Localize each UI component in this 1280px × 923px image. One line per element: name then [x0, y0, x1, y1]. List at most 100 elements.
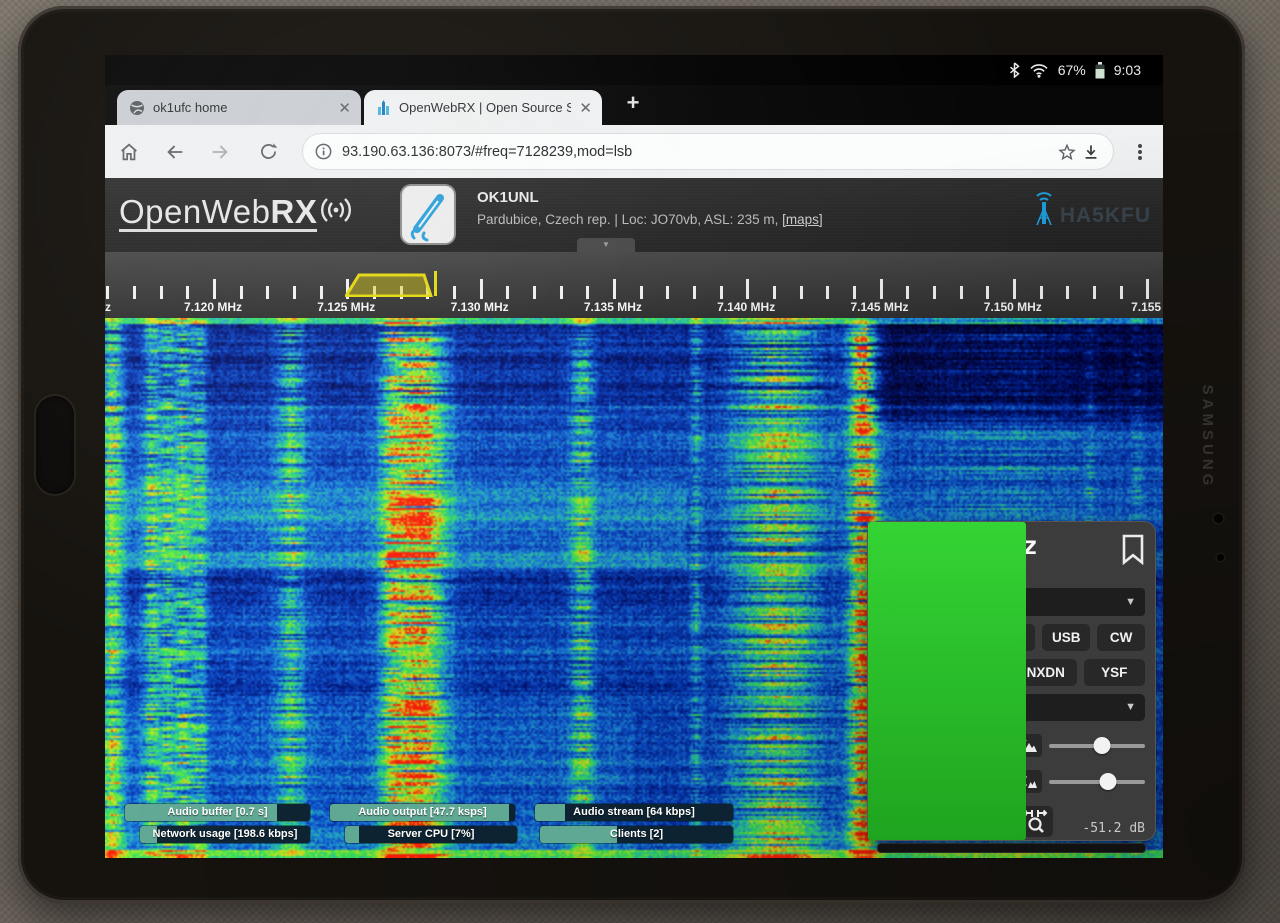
scale-label: 7.140 MHz [717, 300, 775, 314]
mode-button-cw[interactable]: CW [1097, 624, 1145, 651]
bar-label: Audio stream [64 kbps] [535, 804, 733, 821]
browser-menu-button[interactable] [1128, 140, 1152, 164]
bar-label: Audio buffer [0.7 s] [125, 804, 310, 821]
status-bar-clients: Clients [2] [540, 826, 733, 843]
tuning-carrier-line[interactable] [434, 271, 437, 296]
device-brand: SAMSUNG [1194, 355, 1216, 519]
scale-tick [106, 286, 109, 299]
kebab-menu-icon [1131, 142, 1149, 162]
light-sensor-dot [1217, 554, 1224, 561]
browser-tab-inactive[interactable]: ok1ufc home ✕ [117, 90, 361, 125]
scale-tick [453, 286, 456, 299]
status-bar-audio-stream: Audio stream [64 kbps] [535, 804, 733, 821]
scale-tick [853, 286, 856, 299]
antenna-waves-icon [319, 192, 353, 228]
scale-tick [960, 286, 963, 299]
chevron-down-icon: ▼ [1125, 596, 1136, 608]
tab-title: ok1ufc home [153, 100, 330, 115]
scale-tick [1040, 286, 1043, 299]
waterfall-min-slider[interactable] [1049, 770, 1145, 793]
waterfall-max-slider[interactable] [1049, 734, 1145, 757]
tab-close-icon[interactable]: ✕ [571, 99, 592, 117]
scale-tick [480, 279, 483, 299]
scale-tick [826, 286, 829, 299]
bluetooth-icon [1009, 62, 1020, 78]
home-button[interactable] [117, 140, 141, 164]
bookmark-icon [1121, 534, 1145, 565]
tab-title: OpenWebRX | Open Source S [399, 100, 571, 115]
club-logo: HA5KFU [1030, 188, 1151, 228]
scale-tick [773, 286, 776, 299]
scale-tick [1146, 279, 1149, 299]
scale-tick [293, 286, 296, 299]
download-icon [1081, 142, 1101, 162]
new-tab-button[interactable]: + [617, 87, 649, 119]
signal-meter [878, 844, 1145, 852]
scale-tick [666, 286, 669, 299]
scale-label: 7.120 MHz [184, 300, 242, 314]
url-text[interactable]: 93.190.63.136:8073/#freq=7128239,mod=lsb [342, 144, 1055, 160]
page-info-icon[interactable] [315, 143, 332, 160]
bookmark-star-button[interactable] [1055, 140, 1079, 164]
browser-tab-strip: ok1ufc home ✕ OpenWebRX | Open Source S … [105, 85, 1163, 125]
mode-button-usb[interactable]: USB [1042, 624, 1090, 651]
scale-label: 7.155 [1131, 300, 1161, 314]
scale-tick [1013, 279, 1016, 299]
forward-button[interactable] [208, 140, 232, 164]
address-bar[interactable]: 93.190.63.136:8073/#freq=7128239,mod=lsb [302, 133, 1114, 170]
scale-tick [746, 279, 749, 299]
scale-tick [986, 286, 989, 299]
scale-tick [693, 286, 696, 299]
wifi-icon [1029, 63, 1049, 78]
camera-dot [1214, 514, 1223, 523]
back-button[interactable] [163, 140, 187, 164]
ha5kfu-tower-icon [1030, 188, 1058, 228]
scale-tick [640, 286, 643, 299]
scale-tick [133, 286, 136, 299]
scale-tick [506, 286, 509, 299]
scale-tick [613, 279, 616, 299]
tablet-screen: 67% 9:03 ok1ufc home ✕ [105, 55, 1163, 858]
bar-label: Audio output [47.7 ksps] [330, 804, 515, 821]
scale-tick [186, 286, 189, 299]
club-name: HA5KFU [1060, 204, 1151, 228]
scale-label: 7.135 MHz [584, 300, 642, 314]
station-details: Pardubice, Czech rep. | Loc: JO70vb, ASL… [477, 212, 823, 227]
bar-label: Clients [2] [540, 826, 733, 843]
mode-button-ysf[interactable]: YSF [1084, 659, 1146, 686]
status-bar-server-cpu: Server CPU [7%] [345, 826, 517, 843]
scale-tick [1066, 286, 1069, 299]
openwebrx-logo[interactable]: OpenWebRX [119, 192, 353, 232]
bookmark-button[interactable] [1121, 534, 1145, 570]
tab-close-icon[interactable]: ✕ [330, 99, 351, 117]
scale-label: 7.125 MHz [317, 300, 375, 314]
maps-link[interactable]: [maps] [782, 212, 823, 227]
browser-toolbar: 93.190.63.136:8073/#freq=7128239,mod=lsb [105, 125, 1163, 178]
openwebrx-favicon [376, 100, 391, 116]
status-bar-network-usage: Network usage [198.6 kbps] [140, 826, 310, 843]
clock: 9:03 [1114, 62, 1141, 78]
frequency-scale[interactable]: z 7.120 MHz 7.125 MHz 7.130 MHz 7.135 MHz 7.… [105, 252, 1163, 318]
status-bar-audio-output: Audio output [47.7 ksps] [330, 804, 515, 821]
passband-indicator[interactable] [345, 273, 440, 297]
forward-arrow-icon [209, 141, 231, 163]
scale-label: 7.145 MHz [850, 300, 908, 314]
reload-icon [258, 141, 279, 162]
tablet-side-button[interactable] [36, 396, 74, 494]
scale-tick [320, 286, 323, 299]
globe-favicon [129, 100, 145, 116]
scale-tick [266, 286, 269, 299]
bar-label: Network usage [198.6 kbps] [140, 826, 310, 843]
header-collapse-button[interactable]: ▼ [577, 238, 635, 252]
reload-button[interactable] [256, 140, 280, 164]
scale-label-partial: z [105, 300, 111, 314]
scale-tick [1120, 286, 1123, 299]
scale-tick [213, 279, 216, 299]
scale-label: 7.130 MHz [451, 300, 509, 314]
download-button[interactable] [1079, 140, 1103, 164]
scale-tick [160, 286, 163, 299]
swiss-knife-icon [402, 186, 454, 243]
photo-background: SAMSUNG 67% 9:03 [0, 0, 1280, 923]
browser-tab-active[interactable]: OpenWebRX | Open Source S ✕ [364, 90, 602, 125]
station-callsign: OK1UNL [477, 189, 823, 206]
